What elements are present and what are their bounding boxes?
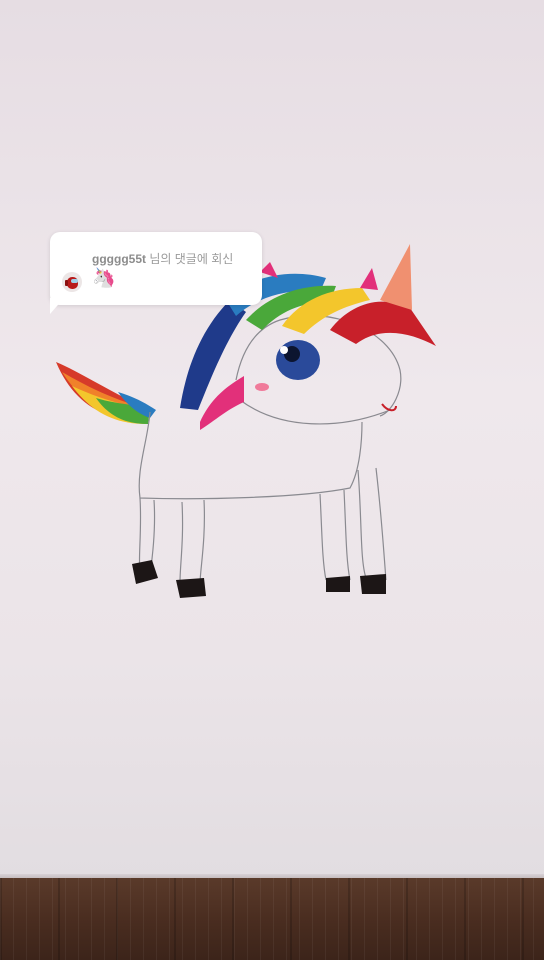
- unicorn-cheek: [255, 383, 269, 391]
- reply-header: ggggg55t 님의 댓글에 회신: [92, 250, 233, 267]
- unicorn-nostril: [381, 403, 397, 412]
- comment-reply-bubble[interactable]: ggggg55t 님의 댓글에 회신 🦄: [50, 232, 262, 314]
- unicorn-drawing: [56, 244, 436, 598]
- unicorn-eye: [276, 340, 320, 380]
- reply-comment-text: 🦄: [92, 268, 116, 289]
- unicorn-tail: [56, 362, 156, 424]
- unicorn-horn: [380, 244, 412, 310]
- among-us-crewmate-icon: [65, 277, 78, 289]
- reply-suffix: 님의 댓글에 회신: [149, 252, 234, 266]
- unicorn-body: [138, 315, 402, 585]
- user-avatar: [62, 272, 82, 292]
- bubble-tail: [50, 298, 64, 314]
- reply-username: ggggg55t: [92, 252, 146, 266]
- wooden-table: [0, 878, 544, 960]
